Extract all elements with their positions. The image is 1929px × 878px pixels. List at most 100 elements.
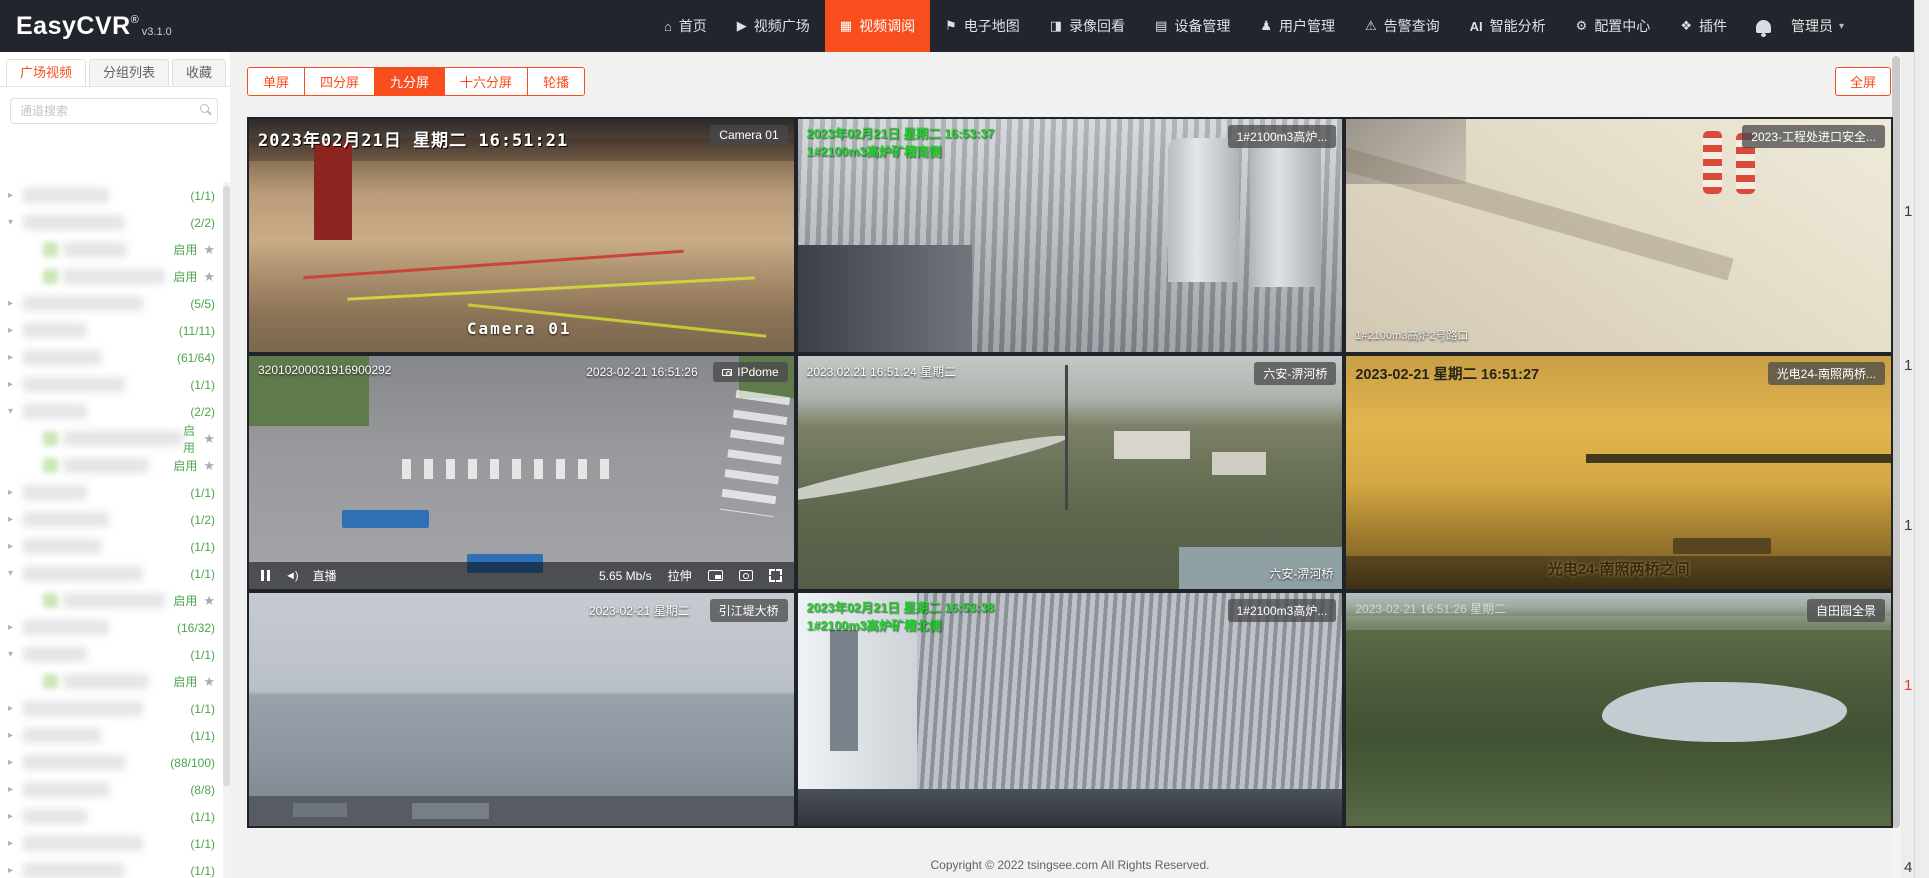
tree-row[interactable]: 启用 ★ [0,236,223,263]
channel-count: (1/1) [190,837,215,851]
app-logo-text: EasyCVR [16,12,131,41]
channel-count: (5/5) [190,297,215,311]
nav-item[interactable]: ◨ 录像回看 [1035,0,1140,52]
nav-item[interactable]: ⚙ 配置中心 [1561,0,1666,52]
video-tile-4[interactable]: 32010200031916900292 2023-02-21 16:51:26… [249,356,794,589]
nav-item-label: 配置中心 [1594,16,1650,36]
tile-fullscreen-icon[interactable] [769,569,782,582]
expand-arrow-icon: ▸ [8,757,23,768]
video-tile-8[interactable]: 2023年02月21日 星期二 16:53:38 1#2100m3高炉矿槽北侧 … [798,593,1343,826]
bell-icon[interactable] [1756,20,1771,33]
tree-row[interactable]: 启用 ★ [0,425,223,452]
tree-row[interactable]: ▸ (1/1) [0,533,223,560]
osd-timestamp: 2023-02-21 16:51:26 星期二 [1355,600,1506,617]
nav-item[interactable]: ⚠ 告警查询 [1350,0,1455,52]
enabled-label: 启用 [173,673,197,690]
tree-row[interactable]: ▸ (1/1) [0,182,223,209]
tree-row[interactable]: 启用 ★ [0,587,223,614]
layout-button-label: 单屏 [263,75,289,90]
scene-layer [1673,538,1771,554]
favorite-star-icon[interactable]: ★ [203,458,215,474]
volume-icon[interactable]: ◄) [285,570,298,582]
status-chip-blurred [43,593,58,608]
sidebar-scrollbar-thumb[interactable] [223,186,230,786]
video-tile-2[interactable]: 2023年02月21日 星期二 16:53:37 1#2100m3高炉矿槽南侧 … [798,119,1343,352]
layout-button[interactable]: 四分屏 [304,67,375,96]
video-tile-3[interactable]: 2023-工程处进口安全... 1#2100m3高炉2号路口 [1346,119,1891,352]
search-input[interactable] [10,98,218,124]
nav-item[interactable]: ♟ 用户管理 [1245,0,1350,52]
tree-row[interactable]: ▸ (1/1) [0,371,223,398]
layout-button[interactable]: 单屏 [247,67,305,96]
nav-item[interactable]: AI 智能分析 [1455,0,1561,52]
video-tile-6[interactable]: 2023-02-21 星期二 16:51:27 光电24-南照两桥... 光电2… [1346,356,1891,589]
favorite-star-icon[interactable]: ★ [203,593,215,609]
scene-layer [1212,452,1266,475]
layout-button[interactable]: 十六分屏 [444,67,528,96]
tree-row[interactable]: ▸ (1/1) [0,830,223,857]
channel-count: (11/11) [179,324,215,338]
sidebar-tab-label: 广场视频 [20,65,72,80]
fullscreen-button[interactable]: 全屏 [1835,67,1891,96]
tree-row[interactable]: ▸ (11/11) [0,317,223,344]
video-tile-1[interactable]: 2023年02月21日 星期二 16:51:21 Camera 01 Camer… [249,119,794,352]
osd-camera-name: 六安-淠河桥 [1269,565,1333,582]
channel-name-blurred [63,431,183,446]
snapshot-icon[interactable] [739,570,753,581]
tree-row[interactable]: ▸ (1/1) [0,857,223,878]
channel-count: (1/1) [190,648,215,662]
tree-row[interactable]: ▸ (1/1) [0,803,223,830]
favorite-star-icon[interactable]: ★ [203,431,215,447]
nav-item-label: 视频广场 [754,16,810,36]
pause-button[interactable] [261,570,270,581]
tree-row[interactable]: ▸ (5/5) [0,290,223,317]
nav-item[interactable]: ⌂ 首页 [649,0,722,52]
channel-count: (88/100) [170,756,215,770]
nav-item[interactable]: ⚑ 电子地图 [930,0,1035,52]
tree-row[interactable]: ▸ (61/64) [0,344,223,371]
osd-timestamp: 2023年02月21日 星期二 16:51:21 [258,126,568,151]
channel-badge: 2023-工程处进口安全... [1742,125,1885,148]
tree-row[interactable]: 启用 ★ [0,452,223,479]
stretch-button[interactable]: 拉伸 [668,567,692,584]
favorite-star-icon[interactable]: ★ [203,242,215,258]
tree-row[interactable]: ▸ (1/1) [0,722,223,749]
playback-icon: ◨ [1050,18,1062,34]
sidebar-tab[interactable]: 分组列表 [89,59,169,86]
nav-item[interactable]: ❖ 插件 [1665,0,1742,52]
scene-layer [798,428,1069,509]
scene-layer [402,459,620,480]
favorite-star-icon[interactable]: ★ [203,674,215,690]
favorite-star-icon[interactable]: ★ [203,269,215,285]
scene-layer [1250,133,1321,287]
tree-row[interactable]: ▸ (16/32) [0,614,223,641]
tree-row[interactable]: 启用 ★ [0,668,223,695]
tree-row[interactable]: ▾ (2/2) [0,209,223,236]
layout-button[interactable]: 轮播 [527,67,585,96]
video-tile-9[interactable]: 2023-02-21 16:51:26 星期二 自田园全景 [1346,593,1891,826]
video-tile-7[interactable]: 2023-02-21 星期二 引江堤大桥 [249,593,794,826]
sidebar-tab[interactable]: 广场视频 [6,59,86,86]
tree-row[interactable]: ▾ (1/1) [0,641,223,668]
video-tile-5[interactable]: 2023.02.21 16:51:24 星期二 六安-淠河桥 六安-淠河桥 [798,356,1343,589]
tree-row[interactable]: ▾ (1/1) [0,560,223,587]
tree-row[interactable]: 启用 ★ [0,263,223,290]
page-scrollbar-thumb[interactable] [1892,56,1900,828]
sidebar-scrollbar[interactable] [223,182,230,878]
nav-item[interactable]: ▦ 视频调阅 [825,0,930,52]
pip-icon[interactable] [708,570,723,581]
layout-button[interactable]: 九分屏 [374,67,445,96]
nav-item[interactable]: ▶ 视频广场 [722,0,825,52]
expand-arrow-icon: ▸ [8,379,23,390]
user-name: 管理员 [1791,16,1833,36]
alarm-icon: ⚠ [1365,18,1377,34]
tree-row[interactable]: ▸ (8/8) [0,776,223,803]
channel-name-blurred [63,269,165,284]
tree-row[interactable]: ▸ (1/1) [0,695,223,722]
user-menu[interactable]: 管理员 ▾ [1791,16,1844,36]
tree-row[interactable]: ▸ (1/2) [0,506,223,533]
nav-item[interactable]: ▤ 设备管理 [1140,0,1245,52]
tree-row[interactable]: ▸ (1/1) [0,479,223,506]
tree-row[interactable]: ▸ (88/100) [0,749,223,776]
sidebar-tab[interactable]: 收藏 [172,59,226,86]
